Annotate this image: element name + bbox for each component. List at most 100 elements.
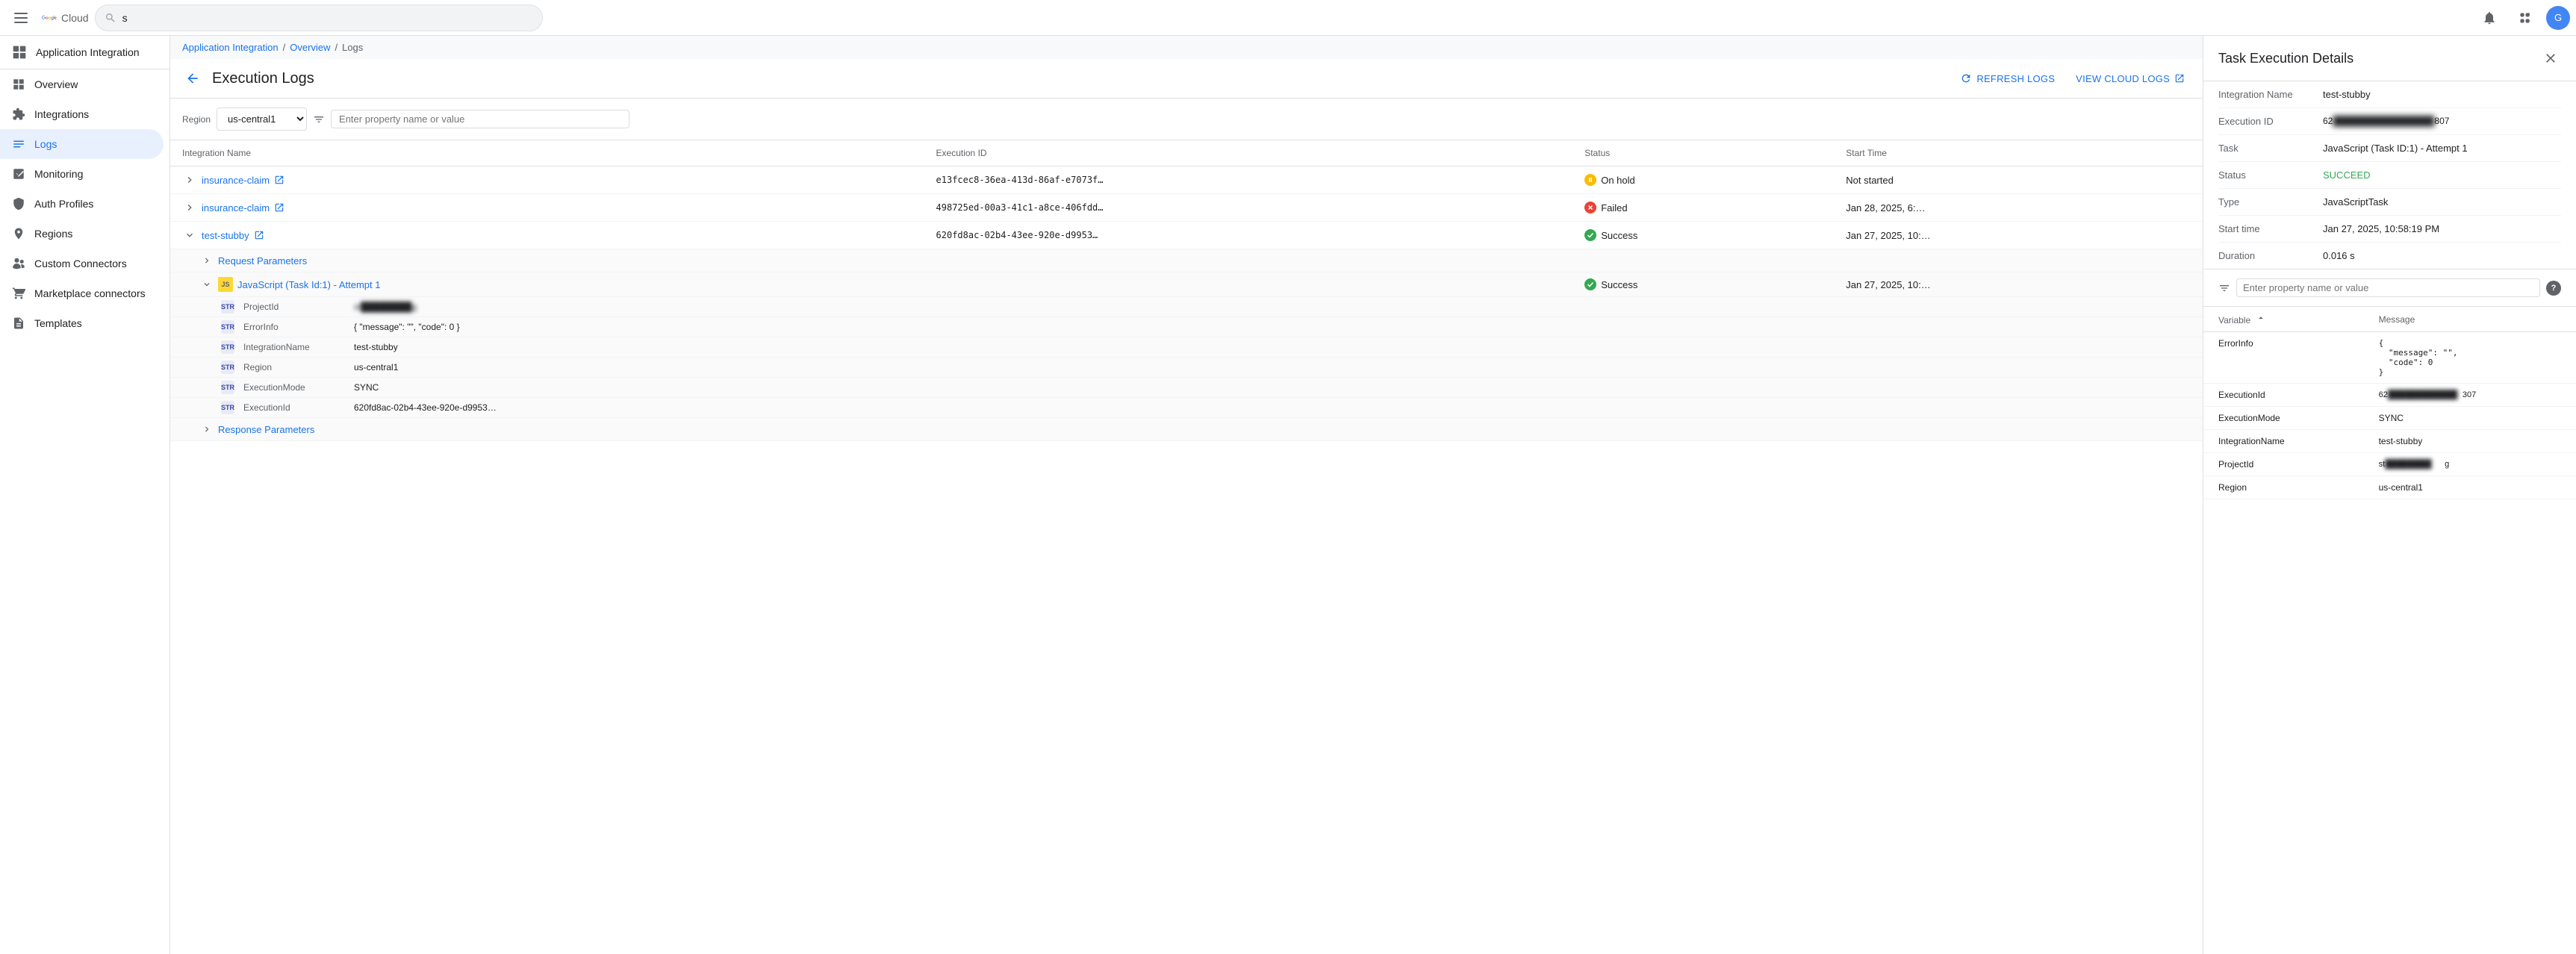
breadcrumb-overview[interactable]: Overview <box>290 42 330 53</box>
param-row: STR ProjectId st████████g <box>170 297 2203 317</box>
exec-id-start: 62 <box>2323 116 2333 126</box>
breadcrumb-app-integration[interactable]: Application Integration <box>182 42 279 53</box>
js-task-exec-id <box>924 272 1573 297</box>
view-cloud-logs-button[interactable]: VIEW CLOUD LOGS <box>2070 69 2191 89</box>
external-link-icon[interactable] <box>254 230 264 240</box>
panel-filter-input[interactable] <box>2243 282 2533 293</box>
panel-table-row: ExecutionId 62████████████307 <box>2203 384 2576 407</box>
sidebar-item-monitoring[interactable]: Monitoring <box>0 159 164 189</box>
panel-title: Task Execution Details <box>2218 51 2353 66</box>
panel-variable-cell: ProjectId <box>2203 453 2364 476</box>
execution-logs-table: Integration Name Execution ID Status Sta… <box>170 140 2203 954</box>
integration-link[interactable]: insurance-claim <box>202 175 270 186</box>
detail-row-task: Task JavaScript (Task ID:1) - Attempt 1 <box>2218 135 2561 162</box>
panel-filter-row: ? <box>2218 278 2561 297</box>
panel-variable-cell: ErrorInfo <box>2203 332 2364 384</box>
sidebar-item-regions[interactable]: Regions <box>0 219 164 249</box>
filter-input-wrap[interactable] <box>331 110 629 128</box>
integration-link[interactable]: test-stubby <box>202 230 249 241</box>
search-bar[interactable] <box>95 4 543 31</box>
google-cloud-logo[interactable]: Cloud <box>42 10 89 25</box>
expanded-js-task-row: JS JavaScript (Task Id:1) - Attempt 1 Su… <box>170 272 2203 297</box>
sidebar-label-marketplace-connectors: Marketplace connectors <box>34 287 146 299</box>
sidebar-item-auth-profiles[interactable]: Auth Profiles <box>0 189 164 219</box>
filter-input[interactable] <box>339 113 621 125</box>
table-row: test-stubby 620fd8ac-02b4-43ee-920e-d995… <box>170 222 2203 249</box>
panel-message-cell: test-stubby <box>2364 430 2576 453</box>
apps-icon[interactable] <box>2510 3 2540 33</box>
param-value-blurred: st████████g <box>354 302 417 312</box>
sidebar-label-integrations: Integrations <box>34 108 89 120</box>
topbar-right: G <box>2474 3 2570 33</box>
row-expand-button[interactable] <box>182 228 197 243</box>
external-link-icon[interactable] <box>274 175 284 185</box>
sidebar-item-templates[interactable]: Templates <box>0 308 164 338</box>
external-link-icon[interactable] <box>274 202 284 213</box>
col-execution-id: Execution ID <box>924 140 1573 166</box>
panel-close-button[interactable] <box>2540 48 2561 69</box>
panel-table-row: ProjectId st████████g <box>2203 453 2576 476</box>
breadcrumb: Application Integration / Overview / Log… <box>170 36 2203 59</box>
sidebar-item-integrations[interactable]: Integrations <box>0 99 164 129</box>
status-dot-js <box>1584 278 1596 290</box>
integration-link[interactable]: insurance-claim <box>202 202 270 213</box>
expanded-request-params-row: Request Parameters <box>170 249 2203 272</box>
panel-col-variable: Variable <box>2203 307 2364 332</box>
param-type-icon: STR <box>221 320 234 334</box>
panel-filter-icon <box>2218 282 2230 294</box>
sidebar-item-overview[interactable]: Overview <box>0 69 164 99</box>
execution-id-cell: 498725ed-00a3-41c1-a8ce-406fdd… <box>924 194 1573 222</box>
panel-variable-cell: ExecutionId <box>2203 384 2364 407</box>
table-row: insurance-claim 498725ed-00a3-41c1-a8ce-… <box>170 194 2203 222</box>
param-type-icon: STR <box>221 381 234 394</box>
js-task-link[interactable]: JavaScript (Task Id:1) - Attempt 1 <box>237 279 380 290</box>
panel-filter-input-wrap[interactable] <box>2236 278 2540 297</box>
back-button[interactable] <box>182 68 203 89</box>
page-title: Execution Logs <box>212 70 314 87</box>
menu-icon[interactable] <box>6 3 36 33</box>
js-task-expand[interactable] <box>200 278 214 291</box>
sidebar-label-custom-connectors: Custom Connectors <box>34 258 127 269</box>
main-layout: Application Integration Overview Integra… <box>0 36 2576 954</box>
sidebar-item-marketplace-connectors[interactable]: Marketplace connectors <box>0 278 164 308</box>
search-input[interactable] <box>122 12 533 24</box>
panel-message-cell: SYNC <box>2364 407 2576 430</box>
panel-col-message: Message <box>2364 307 2576 332</box>
status-dot <box>1584 174 1596 186</box>
sidebar: Application Integration Overview Integra… <box>0 36 170 954</box>
param-row: STR ExecutionMode SYNC <box>170 378 2203 398</box>
start-time-cell: Jan 28, 2025, 6:… <box>1834 194 2203 222</box>
user-avatar[interactable]: G <box>2546 6 2570 30</box>
detail-row-execution-id: Execution ID 62████████████████807 <box>2218 108 2561 135</box>
sidebar-label-regions: Regions <box>34 228 72 240</box>
col-start-time: Start Time <box>1834 140 2203 166</box>
request-params-expand[interactable] <box>200 254 214 267</box>
response-params-expand[interactable] <box>200 423 214 436</box>
notifications-icon[interactable] <box>2474 3 2504 33</box>
param-type-icon: STR <box>221 340 234 354</box>
help-icon[interactable]: ? <box>2546 281 2561 296</box>
row-expand-button[interactable] <box>182 172 197 187</box>
refresh-logs-button[interactable]: REFRESH LOGS <box>1954 68 2061 89</box>
request-params-link[interactable]: Request Parameters <box>218 255 307 266</box>
response-params-link[interactable]: Response Parameters <box>218 424 314 435</box>
row-expand-button[interactable] <box>182 200 197 215</box>
content-area: Application Integration / Overview / Log… <box>170 36 2203 954</box>
cloud-text: Cloud <box>61 12 89 24</box>
start-time-cell: Not started <box>1834 166 2203 194</box>
panel-variable-cell: ExecutionMode <box>2203 407 2364 430</box>
region-select[interactable]: us-central1 us-east1 us-west1 <box>217 107 307 131</box>
right-panel: Task Execution Details Integration Name … <box>2203 36 2576 954</box>
detail-row-duration: Duration 0.016 s <box>2218 243 2561 269</box>
param-row: STR IntegrationName test-stubby <box>170 337 2203 358</box>
param-row: STR ErrorInfo { "message": "", "code": 0… <box>170 317 2203 337</box>
refresh-logs-label: REFRESH LOGS <box>1976 73 2055 84</box>
topbar: Cloud G <box>0 0 2576 36</box>
detail-row-status: Status SUCCEED <box>2218 162 2561 189</box>
variable-sort-icon[interactable] <box>2256 313 2266 323</box>
param-value: test-stubby <box>354 342 398 352</box>
sidebar-item-logs[interactable]: Logs <box>0 129 164 159</box>
js-task-status: Success <box>1584 278 1822 290</box>
panel-table-row: ErrorInfo { "message": "", "code": 0 } <box>2203 332 2576 384</box>
sidebar-item-custom-connectors[interactable]: Custom Connectors <box>0 249 164 278</box>
